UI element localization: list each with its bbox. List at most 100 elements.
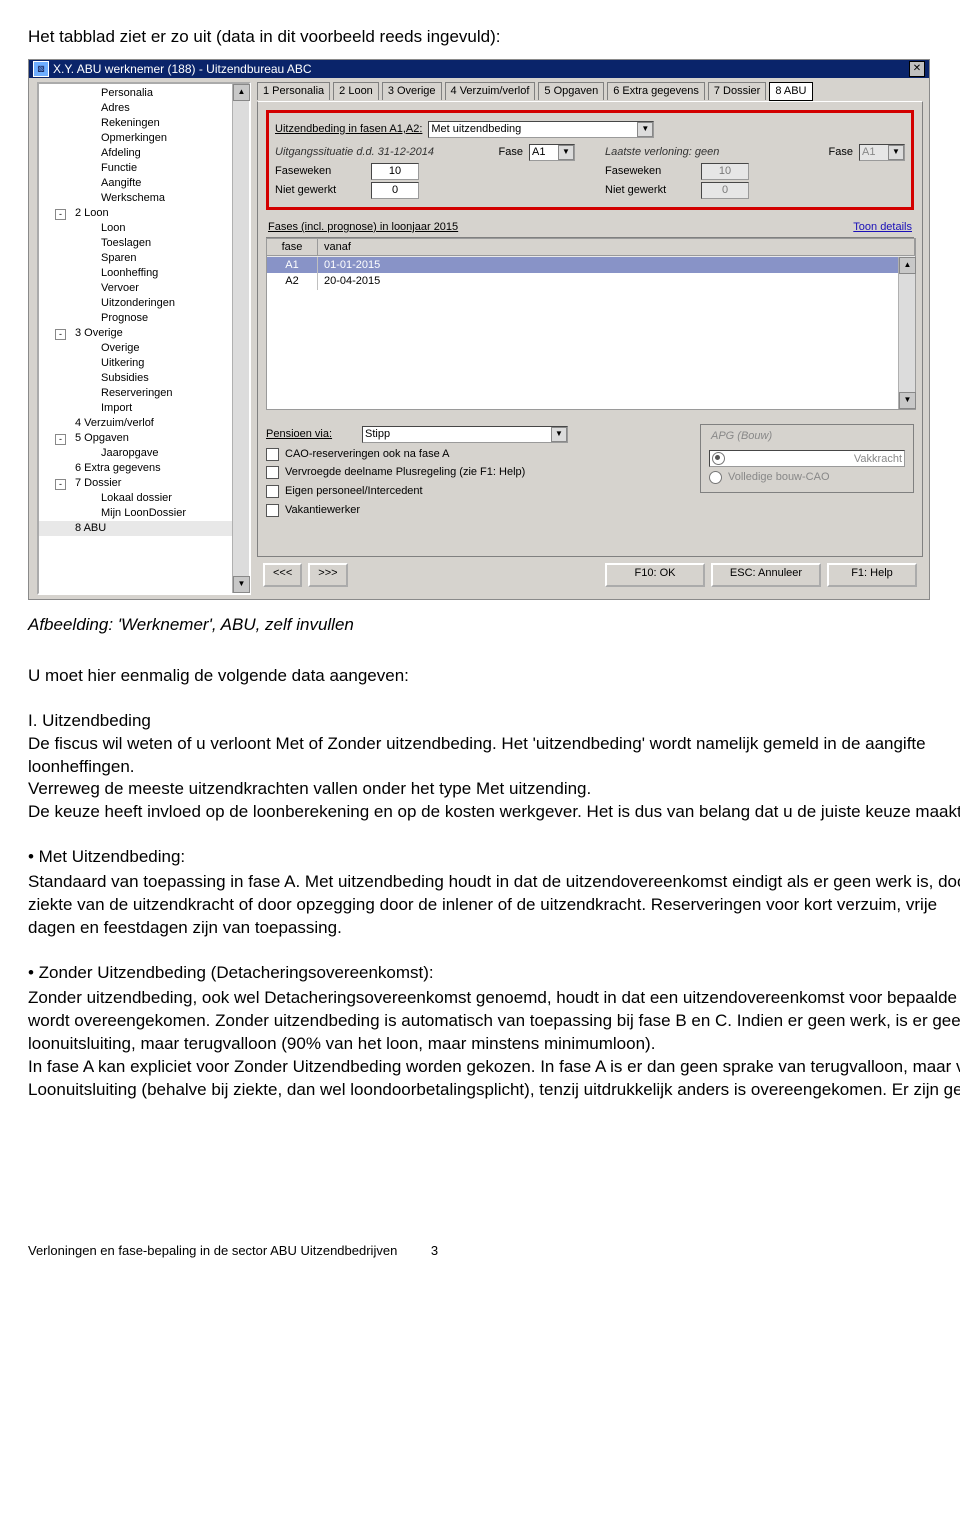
cancel-button[interactable]: ESC: Annuleer bbox=[711, 563, 821, 587]
check-cao-reserveringen[interactable]: CAO-reserveringen ook na fase A bbox=[266, 447, 690, 462]
uitzendbeding-label: Uitzendbeding in fasen A1,A2: bbox=[275, 122, 422, 137]
tree-item[interactable]: Adres bbox=[39, 101, 249, 116]
tab[interactable]: 4 Verzuim/verlof bbox=[445, 82, 536, 100]
tree-expand-icon[interactable]: - bbox=[55, 434, 66, 445]
radio-vakkracht: Vakkracht bbox=[709, 450, 905, 467]
grid-scrollbar[interactable]: ▲ ▼ bbox=[898, 257, 915, 409]
tree-item[interactable]: Personalia bbox=[39, 86, 249, 101]
tree-item[interactable]: Loon bbox=[39, 221, 249, 236]
chevron-down-icon[interactable]: ▼ bbox=[637, 122, 653, 137]
tab-strip: 1 Personalia2 Loon3 Overige4 Verzuim/ver… bbox=[257, 82, 923, 101]
scroll-down-icon[interactable]: ▼ bbox=[899, 392, 916, 409]
tree-item[interactable]: Overige bbox=[39, 341, 249, 356]
prev-button[interactable]: <<< bbox=[263, 563, 302, 587]
tree-item[interactable]: 7 Dossier bbox=[39, 476, 249, 491]
fase-label-left: Fase bbox=[499, 145, 523, 160]
grid-header-vanaf[interactable]: vanaf bbox=[318, 239, 915, 256]
image-caption: Afbeelding: 'Werknemer', ABU, zelf invul… bbox=[28, 614, 960, 637]
scroll-up-icon[interactable]: ▲ bbox=[899, 257, 916, 274]
next-button[interactable]: >>> bbox=[308, 563, 347, 587]
tree-item[interactable]: 4 Verzuim/verlof bbox=[39, 416, 249, 431]
tree-item[interactable]: 8 ABU bbox=[39, 521, 249, 536]
navigation-tree[interactable]: PersonaliaAdresRekeningenOpmerkingenAfde… bbox=[37, 82, 251, 595]
tree-item[interactable]: 2 Loon bbox=[39, 206, 249, 221]
pensioen-select[interactable]: Stipp▼ bbox=[362, 426, 568, 443]
footer-title: Verloningen en fase-bepaling in de secto… bbox=[28, 1243, 397, 1258]
check-vervroegde-deelname[interactable]: Vervroegde deelname Plusregeling (zie F1… bbox=[266, 465, 690, 480]
paragraph: Standaard van toepassing in fase A. Met … bbox=[28, 871, 960, 940]
faseweken-label-right: Faseweken bbox=[605, 164, 695, 179]
tree-item[interactable]: Vervoer bbox=[39, 281, 249, 296]
bullet-heading: • Zonder Uitzendbeding (Detacheringsover… bbox=[28, 962, 960, 985]
laatste-verloning-label: Laatste verloning: geen bbox=[605, 145, 719, 160]
pensioen-label: Pensioen via: bbox=[266, 427, 356, 442]
bullet-heading: • Met Uitzendbeding: bbox=[28, 846, 960, 869]
tree-item[interactable]: Aangifte bbox=[39, 176, 249, 191]
apg-bouw-label: APG (Bouw) bbox=[709, 429, 774, 444]
tree-item[interactable]: 3 Overige bbox=[39, 326, 249, 341]
chevron-down-icon[interactable]: ▼ bbox=[551, 427, 567, 442]
checkbox-icon[interactable] bbox=[266, 504, 279, 517]
tree-item[interactable]: Opmerkingen bbox=[39, 131, 249, 146]
tree-item[interactable]: 6 Extra gegevens bbox=[39, 461, 249, 476]
tab[interactable]: 6 Extra gegevens bbox=[607, 82, 705, 100]
grid-header-fase[interactable]: fase bbox=[267, 239, 318, 256]
page-footer: Verloningen en fase-bepaling in de secto… bbox=[28, 1242, 960, 1260]
help-button[interactable]: F1: Help bbox=[827, 563, 917, 587]
application-window: ▧ X.Y. ABU werknemer (188) - Uitzendbure… bbox=[28, 59, 930, 600]
fase-label-right: Fase bbox=[829, 145, 853, 160]
tree-item[interactable]: Rekeningen bbox=[39, 116, 249, 131]
table-row[interactable]: A101-01-2015 bbox=[267, 257, 899, 274]
faseweken-label-left: Faseweken bbox=[275, 164, 365, 179]
table-row[interactable]: A220-04-2015 bbox=[267, 273, 899, 290]
fase-left-select[interactable]: A1▼ bbox=[529, 144, 575, 161]
tree-item[interactable]: Afdeling bbox=[39, 146, 249, 161]
tab[interactable]: 7 Dossier bbox=[708, 82, 766, 100]
tab[interactable]: 8 ABU bbox=[769, 82, 812, 101]
scroll-up-icon[interactable]: ▲ bbox=[233, 84, 250, 101]
tree-item[interactable]: Sparen bbox=[39, 251, 249, 266]
toon-details-link[interactable]: Toon details bbox=[853, 220, 912, 235]
faseweken-left-input[interactable]: 10 bbox=[371, 163, 419, 180]
tree-item[interactable]: Reserveringen bbox=[39, 386, 249, 401]
tree-item[interactable]: Loonheffing bbox=[39, 266, 249, 281]
check-eigen-personeel[interactable]: Eigen personeel/Intercedent bbox=[266, 484, 690, 499]
nietgewerkt-left-input[interactable]: 0 bbox=[371, 182, 419, 199]
check-vakantiewerker[interactable]: Vakantiewerker bbox=[266, 503, 690, 518]
radio-volledige-bouw-cao: Volledige bouw-CAO bbox=[709, 470, 905, 485]
tree-item[interactable]: Jaaropgave bbox=[39, 446, 249, 461]
tree-item[interactable]: Lokaal dossier bbox=[39, 491, 249, 506]
checkbox-icon[interactable] bbox=[266, 448, 279, 461]
app-icon: ▧ bbox=[33, 61, 49, 77]
tree-item[interactable]: Subsidies bbox=[39, 371, 249, 386]
tree-expand-icon[interactable]: - bbox=[55, 479, 66, 490]
chevron-down-icon[interactable]: ▼ bbox=[558, 145, 574, 160]
tree-item[interactable]: Functie bbox=[39, 161, 249, 176]
tab[interactable]: 3 Overige bbox=[382, 82, 442, 100]
fases-grid[interactable]: fase vanaf A101-01-2015A220-04-2015 ▲ ▼ bbox=[266, 238, 916, 410]
tree-expand-icon[interactable]: - bbox=[55, 209, 66, 220]
scroll-down-icon[interactable]: ▼ bbox=[233, 576, 250, 593]
tab[interactable]: 5 Opgaven bbox=[538, 82, 604, 100]
tree-item[interactable]: Prognose bbox=[39, 311, 249, 326]
tree-item[interactable]: Werkschema bbox=[39, 191, 249, 206]
tree-item[interactable]: Import bbox=[39, 401, 249, 416]
uitzendbeding-select[interactable]: Met uitzendbeding▼ bbox=[428, 121, 654, 138]
tree-item[interactable]: Uitkering bbox=[39, 356, 249, 371]
tree-item[interactable]: 5 Opgaven bbox=[39, 431, 249, 446]
tree-item[interactable]: Uitzonderingen bbox=[39, 296, 249, 311]
checkbox-icon[interactable] bbox=[266, 466, 279, 479]
tab[interactable]: 2 Loon bbox=[333, 82, 379, 100]
paragraph-text: Zonder uitzendbeding, ook wel Detacherin… bbox=[28, 987, 960, 1056]
tree-item[interactable]: Mijn LoonDossier bbox=[39, 506, 249, 521]
tree-item[interactable]: Toeslagen bbox=[39, 236, 249, 251]
checkbox-icon[interactable] bbox=[266, 485, 279, 498]
tree-expand-icon[interactable]: - bbox=[55, 329, 66, 340]
close-icon[interactable]: ✕ bbox=[909, 61, 925, 77]
window-foot-buttons: <<< >>> F10: OK ESC: Annuleer F1: Help bbox=[257, 557, 923, 593]
tree-scrollbar[interactable]: ▲ ▼ bbox=[232, 84, 249, 593]
tab[interactable]: 1 Personalia bbox=[257, 82, 330, 100]
ok-button[interactable]: F10: OK bbox=[605, 563, 705, 587]
tab-8-abu-pane: Uitzendbeding in fasen A1,A2: Met uitzen… bbox=[257, 101, 923, 557]
paragraph: U moet hier eenmalig de volgende data aa… bbox=[28, 665, 960, 688]
